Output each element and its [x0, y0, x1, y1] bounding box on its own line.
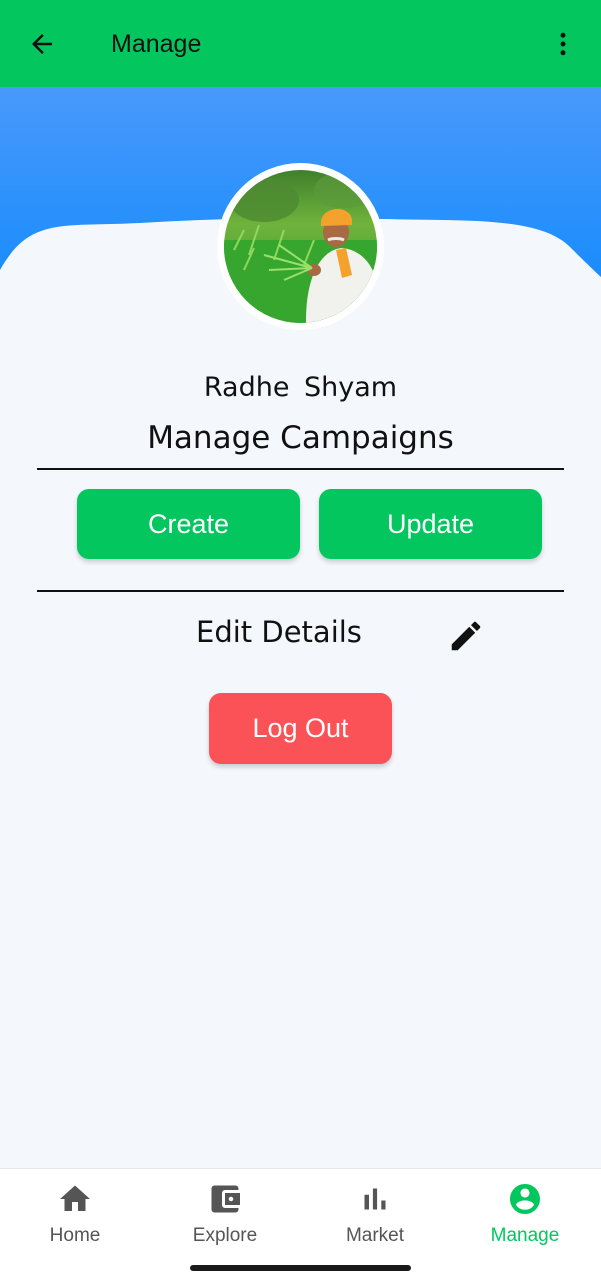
page-title: Manage — [111, 30, 202, 58]
home-indicator — [190, 1265, 411, 1271]
back-button[interactable] — [18, 20, 66, 68]
pencil-icon[interactable] — [447, 617, 485, 655]
divider-bottom — [37, 590, 564, 592]
nav-market[interactable]: Market — [300, 1181, 450, 1261]
edit-details-row: Edit Details — [0, 610, 601, 660]
nav-home[interactable]: Home — [0, 1181, 150, 1261]
nav-explore-label: Explore — [192, 1225, 258, 1246]
nav-home-label: Home — [49, 1225, 101, 1246]
update-campaign-button[interactable]: Update — [319, 489, 542, 559]
create-campaign-button[interactable]: Create — [77, 489, 300, 559]
bar-chart-icon — [364, 1188, 386, 1210]
wallet-icon — [211, 1185, 240, 1213]
arrow-left-icon — [32, 34, 52, 54]
logout-button[interactable]: Log Out — [209, 693, 392, 764]
bottom-nav: Home Explore Market Manage — [0, 1168, 601, 1280]
manage-screen: Manage Radhe Shyam Manage Campaigns Crea… — [0, 0, 601, 1280]
more-vert-icon — [560, 32, 566, 56]
nav-market-label: Market — [345, 1225, 405, 1246]
nav-manage[interactable]: Manage — [450, 1181, 600, 1261]
nav-manage-label: Manage — [490, 1225, 560, 1246]
home-icon — [60, 1185, 90, 1211]
user-name: Radhe Shyam — [203, 372, 398, 403]
manage-campaigns-heading: Manage Campaigns — [147, 420, 454, 456]
more-options-button[interactable] — [539, 20, 587, 68]
divider-top — [37, 468, 564, 470]
nav-explore[interactable]: Explore — [150, 1181, 300, 1261]
profile-photo — [224, 170, 377, 323]
account-circle-icon — [510, 1184, 540, 1214]
app-bar: Manage — [0, 0, 601, 87]
edit-details-label[interactable]: Edit Details — [196, 615, 362, 649]
avatar[interactable] — [217, 163, 384, 330]
